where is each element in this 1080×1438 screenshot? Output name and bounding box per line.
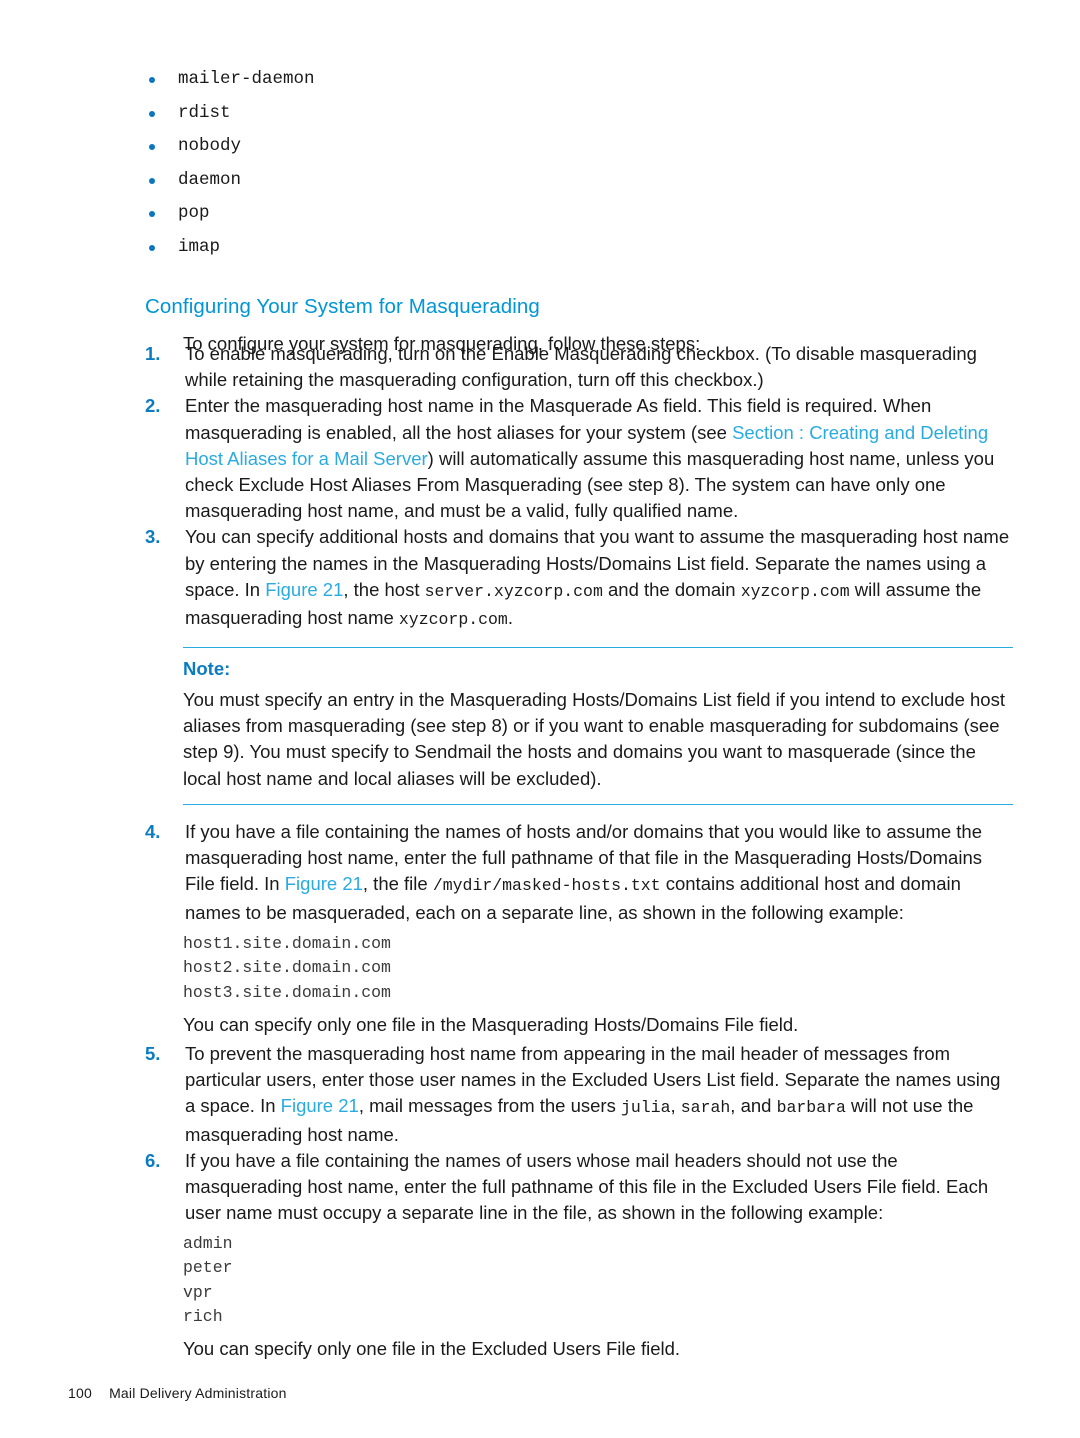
list-item-label: mailer-daemon xyxy=(178,69,315,89)
inline-code: xyzcorp.com xyxy=(740,581,850,601)
bullet-dot-icon xyxy=(149,144,155,150)
after-users-text: You can specify only one file in the Exc… xyxy=(183,1338,681,1359)
list-item: pop xyxy=(145,197,845,231)
after-hosts-text: You can specify only one file in the Mas… xyxy=(183,1014,799,1035)
bullet-dot-icon xyxy=(149,177,155,184)
step-item: 5. To prevent the masquerading host name… xyxy=(145,1041,1013,1148)
step-item: 6. If you have a file containing the nam… xyxy=(145,1148,1013,1227)
step-item: 3. You can specify additional hosts and … xyxy=(145,524,1013,633)
step-text: To enable masquerading, turn on the Enab… xyxy=(185,343,977,390)
inline-code: barbara xyxy=(776,1098,846,1118)
step-item: 2. Enter the masquerading host name in t… xyxy=(145,393,1013,524)
cross-reference-link[interactable]: Figure 21 xyxy=(285,873,363,894)
list-item: rdist xyxy=(145,97,845,131)
footer-title: Mail Delivery Administration xyxy=(109,1385,287,1401)
steps-list-after-note: 4. If you have a file containing the nam… xyxy=(145,819,1013,926)
list-item-label: pop xyxy=(178,203,210,223)
list-item-label: imap xyxy=(178,236,221,257)
daemon-bullet-list: mailer-daemon rdist nobody daemon pop im… xyxy=(145,63,845,264)
text-run: , the host xyxy=(343,578,425,600)
text-run: , mail messages from the users xyxy=(358,1095,621,1117)
steps-list-top: 1. To enable masquerading, turn on the E… xyxy=(145,341,1013,633)
section-heading: Configuring Your System for Masquerading xyxy=(145,295,540,318)
step-number: 1. xyxy=(145,343,161,364)
step-item: 1. To enable masquerading, turn on the E… xyxy=(145,341,1013,393)
document-page: mailer-daemon rdist nobody daemon pop im… xyxy=(0,0,1080,1438)
text-run: , and xyxy=(730,1095,777,1117)
step-number: 2. xyxy=(145,395,161,417)
inline-code: server.xyzcorp.com xyxy=(424,581,603,601)
note-bottom-rule xyxy=(183,803,1013,805)
step-text: You can specify additional hosts and dom… xyxy=(185,526,1009,630)
text-run: . xyxy=(507,607,513,629)
inline-code: xyzcorp.com xyxy=(398,610,508,630)
note-body-text: You must specify an entry in the Masquer… xyxy=(183,689,1005,789)
page-footer: 100 Mail Delivery Administration xyxy=(68,1385,287,1401)
step-number: 6. xyxy=(145,1149,161,1171)
text-run: If you have a file containing the names … xyxy=(185,1149,989,1224)
bullet-dot-icon xyxy=(149,244,155,251)
bullet-dot-icon xyxy=(149,77,155,83)
bullet-dot-icon xyxy=(149,211,155,217)
step-number: 5. xyxy=(145,1043,161,1064)
inline-code: julia xyxy=(620,1098,671,1118)
list-item-label: rdist xyxy=(178,102,231,123)
inline-code: sarah xyxy=(680,1098,731,1118)
bullet-dot-icon xyxy=(149,110,155,117)
step-text: To prevent the masquerading host name fr… xyxy=(185,1043,1000,1145)
step-text: Enter the masquerading host name in the … xyxy=(185,395,994,521)
text-run: , the file xyxy=(362,873,433,895)
footer-page-number: 100 xyxy=(68,1385,92,1401)
cross-reference-link[interactable]: Figure 21 xyxy=(265,579,343,600)
note-label: Note: xyxy=(183,658,231,679)
list-item: nobody xyxy=(145,130,845,164)
cross-reference-link[interactable]: Figure 21 xyxy=(281,1095,359,1116)
step-number: 4. xyxy=(145,821,161,842)
text-run: To enable masquerading, turn on the Enab… xyxy=(185,343,977,391)
code-block-hosts: host1.site.domain.com host2.site.domain.… xyxy=(183,934,391,1002)
list-item-label: daemon xyxy=(178,169,242,190)
list-item: imap xyxy=(145,231,845,265)
list-item: mailer-daemon xyxy=(145,63,845,97)
text-run: , xyxy=(670,1095,681,1117)
step-text: If you have a file containing the names … xyxy=(185,821,982,923)
list-item-label: nobody xyxy=(178,136,242,156)
code-block-users: admin peter vpr rich xyxy=(183,1234,233,1326)
list-item: daemon xyxy=(145,164,845,198)
note-callout: Note: You must specify an entry in the M… xyxy=(183,647,1013,805)
steps-list-tail: 5. To prevent the masquerading host name… xyxy=(145,1041,1013,1226)
inline-code: /mydir/masked-hosts.txt xyxy=(432,876,661,896)
text-run: and the domain xyxy=(602,578,741,600)
note-top-rule xyxy=(183,647,1013,648)
step-number: 3. xyxy=(145,526,161,548)
step-item: 4. If you have a file containing the nam… xyxy=(145,819,1013,926)
step-text: If you have a file containing the names … xyxy=(185,1150,988,1223)
